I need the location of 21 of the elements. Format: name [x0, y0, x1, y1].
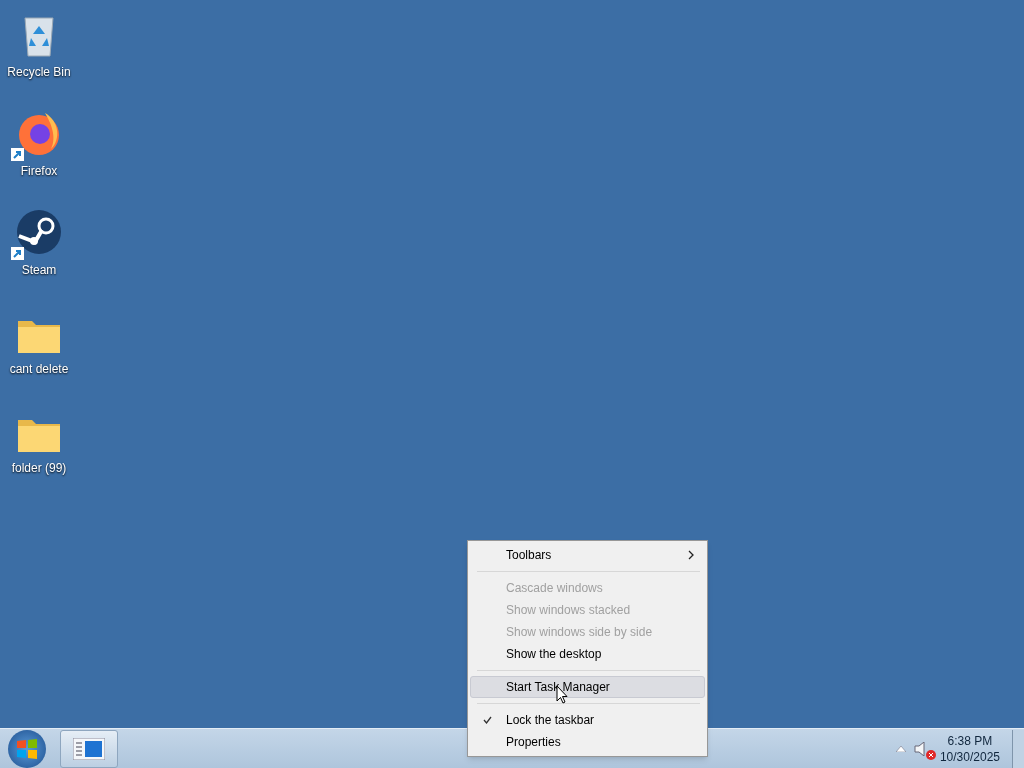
desktop-icon-label[interactable]: Recycle Bin: [7, 63, 71, 81]
shortcut-arrow-icon: [11, 148, 24, 161]
menu-item[interactable]: Lock the taskbar: [470, 709, 705, 731]
clock-date[interactable]: 10/30/2025: [939, 748, 1000, 765]
show-desktop-button[interactable]: [1012, 729, 1024, 768]
menu-item[interactable]: Show the desktop: [470, 643, 705, 665]
menu-item[interactable]: Properties: [470, 731, 705, 753]
window-list-icon: [73, 737, 105, 760]
menu-item[interactable]: Start Task Manager: [470, 676, 705, 698]
shortcut-arrow-icon: [11, 247, 24, 260]
desktop-icon-label[interactable]: folder (99): [11, 459, 67, 477]
show-hidden-icons-icon[interactable]: [895, 745, 906, 752]
menu-item[interactable]: Toolbars: [470, 544, 705, 566]
chevron-right-icon: [688, 550, 694, 560]
clock-time[interactable]: 6:38 PM: [947, 732, 993, 749]
desktop-icon-label[interactable]: Firefox: [20, 162, 58, 180]
taskbar-app-button[interactable]: [60, 729, 118, 768]
desktop-icon-label[interactable]: cant delete: [9, 360, 69, 378]
windows-logo-icon: [16, 737, 38, 760]
start-button[interactable]: [8, 729, 46, 768]
desktop-icon-label[interactable]: Steam: [21, 261, 57, 279]
